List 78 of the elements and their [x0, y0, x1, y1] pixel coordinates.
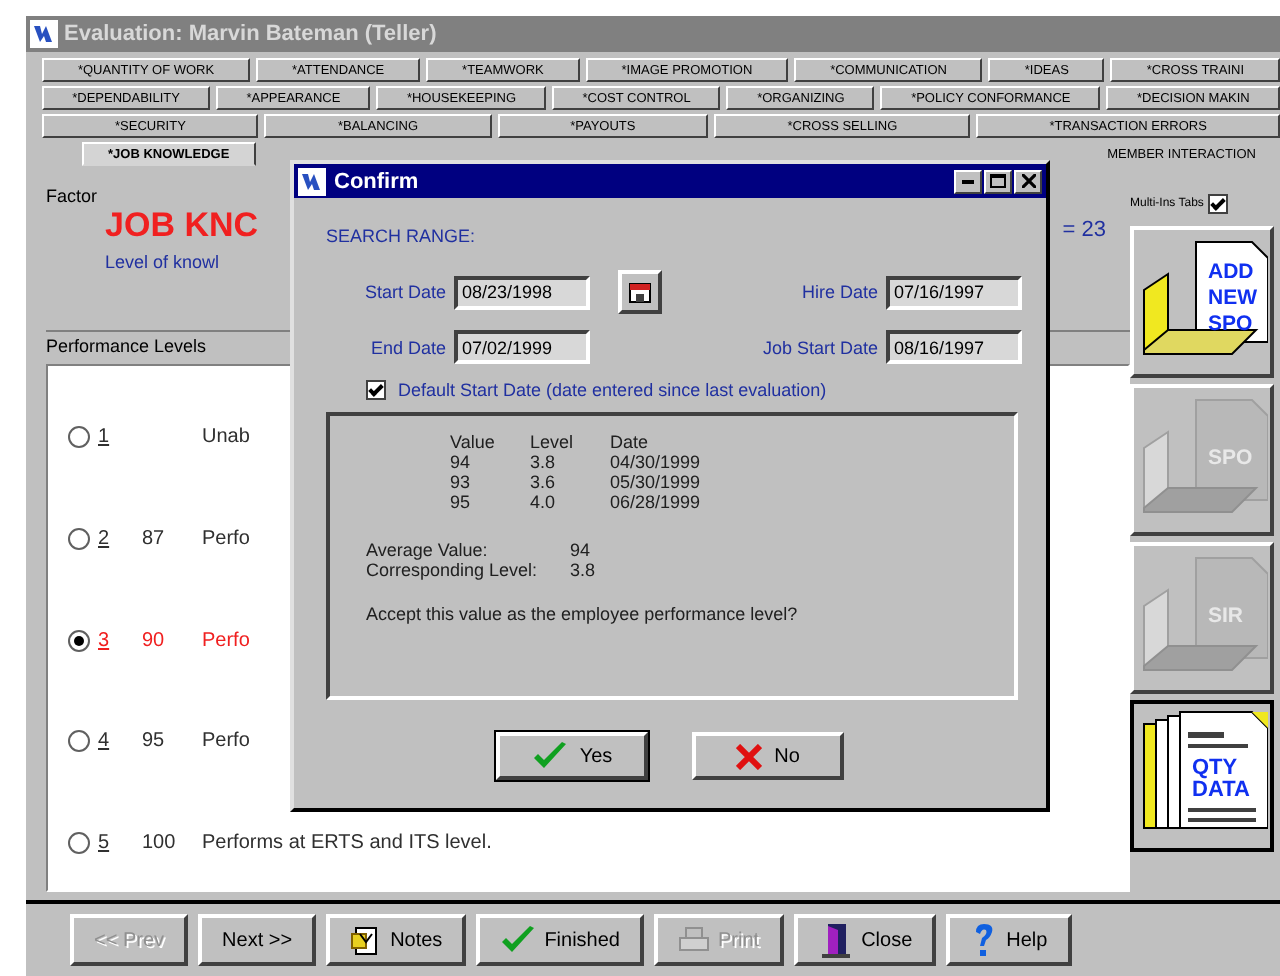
maximize-button[interactable]: [984, 169, 1012, 193]
checkbox-label: Default Start Date (date entered since last evaluation): [398, 380, 827, 400]
table-cell-text: 94: [450, 452, 473, 472]
toolbar-button[interactable]: Notes: [326, 914, 467, 966]
level-description: Perfo: [202, 730, 250, 753]
question-text: Accept this value as the employee performance level?: [366, 604, 800, 624]
column-header: Date: [610, 432, 651, 452]
factor-label: Factor: [46, 186, 98, 210]
radio-button[interactable]: [68, 730, 90, 753]
date-field[interactable]: 07/02/1999: [454, 330, 590, 364]
date-field[interactable]: 07/16/1997: [886, 275, 1022, 309]
toolbar-button[interactable]: Help: [946, 914, 1072, 966]
table-cell-text: 3.8: [530, 452, 558, 472]
column-header: Value: [450, 432, 497, 452]
dialog-button[interactable]: Yes: [496, 732, 648, 780]
stat-label: Average Value:: [366, 540, 490, 560]
check-icon: [531, 740, 568, 772]
factor-score: = 23: [1062, 218, 1106, 246]
dialog-button[interactable]: No: [692, 732, 844, 780]
level-description: Perfo: [202, 629, 250, 651]
x-icon: [736, 743, 763, 769]
level-value: 87: [142, 527, 165, 550]
radio-button[interactable]: [68, 527, 90, 550]
level-value: 95: [142, 730, 165, 753]
stat-value: 3.8: [570, 560, 598, 580]
radio-button[interactable]: [68, 832, 90, 854]
level-number: 2: [98, 527, 110, 550]
maximize-icon: [990, 174, 1006, 188]
toolbar-button[interactable]: Finished: [476, 914, 644, 966]
column-header: Level: [530, 432, 576, 452]
field-label: End Date: [368, 337, 448, 357]
checkbox[interactable]: [1207, 194, 1228, 214]
group-label: Performance Levels: [46, 336, 207, 356]
level-number: 3: [98, 629, 110, 651]
close-button[interactable]: [1014, 169, 1042, 193]
level-value: 100: [142, 832, 176, 854]
calendar-button[interactable]: [618, 270, 662, 314]
level-description: Performs at ERTS and ITS level.: [202, 832, 492, 854]
field-label: Hire Date: [799, 282, 880, 302]
date-field[interactable]: 08/23/1998: [454, 275, 590, 309]
notepad-icon: [350, 924, 383, 956]
app-icon: [30, 20, 58, 48]
door-icon: [817, 922, 854, 958]
table-cell-text: 93: [450, 472, 473, 492]
dialog-app-icon: [298, 167, 326, 195]
table-cell-text: 06/28/1999: [610, 492, 703, 512]
level-description: Perfo: [202, 527, 250, 550]
level-value: 90: [142, 629, 165, 651]
radio-button[interactable]: [68, 629, 90, 651]
level-number: 4: [98, 730, 110, 753]
factor-name: JOB KNC: [105, 206, 259, 246]
section-heading: SEARCH RANGE:: [326, 226, 478, 246]
table-cell-text: 4.0: [530, 492, 558, 512]
close-icon: [1021, 174, 1035, 188]
date-field[interactable]: 08/16/1997: [886, 330, 1022, 364]
minimize-icon: [962, 179, 974, 183]
window-title: Evaluation: Marvin Bateman (Teller): [64, 22, 437, 46]
calendar-icon: [628, 280, 652, 304]
factor-description: Level of knowl: [105, 252, 222, 272]
toolbar-button[interactable]: Next >>: [198, 914, 317, 966]
stat-value: 94: [570, 540, 593, 560]
minimize-button[interactable]: [954, 169, 982, 193]
dialog-title: Confirm: [334, 169, 419, 193]
stat-label: Corresponding Level:: [366, 560, 540, 580]
level-number: 5: [98, 832, 110, 854]
radio-button[interactable]: [68, 426, 90, 448]
printer-icon: [678, 926, 710, 954]
level-description: Unab: [202, 426, 250, 448]
table-cell-text: 04/30/1999: [610, 452, 703, 472]
table-cell-text: 3.6: [530, 472, 558, 492]
table-cell-text: 05/30/1999: [610, 472, 703, 492]
checkbox[interactable]: [366, 380, 386, 400]
table-cell-text: 95: [450, 492, 473, 512]
toolbar-button[interactable]: Close: [793, 914, 937, 966]
check-icon: [500, 924, 537, 956]
field-label: Start Date: [362, 282, 448, 302]
field-label: Job Start Date: [760, 337, 880, 357]
level-number: 1: [98, 426, 110, 448]
